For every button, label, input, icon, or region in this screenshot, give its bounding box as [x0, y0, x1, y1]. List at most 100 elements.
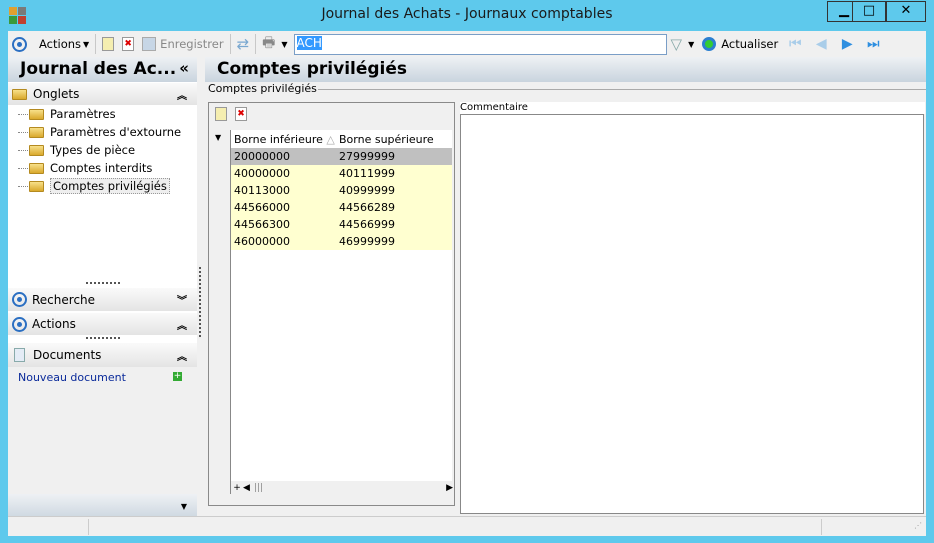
table-cell: 40111999	[339, 167, 395, 180]
splitter-handle[interactable]	[86, 282, 120, 284]
chevron-down-icon: ︾	[177, 296, 187, 307]
tree-item-types-piece[interactable]: Types de pièce	[18, 141, 198, 159]
table-cell: 40000000	[234, 167, 290, 180]
section-recherche[interactable]: Recherche ︾	[8, 288, 197, 311]
actions-icon	[12, 36, 27, 52]
open-folder-icon	[29, 180, 44, 192]
splitter-handle[interactable]	[86, 337, 120, 339]
left-title: Journal des Ac...	[20, 59, 177, 79]
chevron-up-icon: ︽	[177, 351, 187, 363]
close-button[interactable]: ✕	[886, 1, 926, 22]
table-cell: 27999999	[339, 150, 395, 163]
section-actions[interactable]: Actions ︽	[8, 313, 197, 335]
page-title: Comptes privilégiés	[205, 57, 926, 82]
table-row[interactable]: 44566000 44566289	[231, 199, 452, 216]
search-value: ACH	[296, 35, 322, 50]
folder-icon	[29, 162, 44, 174]
chevron-up-icon: ︽	[177, 320, 187, 332]
table-row[interactable]: 40000000 40111999	[231, 165, 452, 182]
delete-icon: ✖	[122, 37, 135, 51]
chevron-down-icon: ▼	[83, 39, 90, 49]
scroll-right-icon[interactable]: ▶	[446, 483, 453, 493]
vertical-splitter[interactable]	[199, 267, 201, 337]
title-bar: Journal des Achats - Journaux comptables…	[0, 0, 934, 31]
grid-header: Borne inférieure △ Borne supérieure	[231, 130, 452, 148]
delete-row-icon[interactable]: ✖	[235, 107, 247, 121]
chevron-down-icon: ▼	[688, 39, 695, 49]
filter-icon: ▽	[670, 35, 683, 53]
collapse-panel-button[interactable]: «	[179, 59, 189, 77]
save-label: Enregistrer	[160, 37, 224, 51]
add-icon[interactable]: +	[231, 483, 243, 493]
table-row[interactable]: 40113000 40999999	[231, 182, 452, 199]
tree-item-comptes-privilegies[interactable]: Comptes privilégiés	[18, 177, 198, 195]
folder-icon	[29, 126, 44, 138]
onglets-label: Onglets	[33, 87, 80, 101]
filter-button[interactable]: ▽ ▼	[667, 33, 699, 55]
chevron-down-icon[interactable]: ▼	[181, 502, 187, 511]
new-button[interactable]	[98, 33, 118, 55]
last-record-icon[interactable]: ⏭	[860, 36, 886, 52]
tree-item-parametres[interactable]: Paramètres	[18, 105, 198, 123]
previous-record-icon[interactable]: ◀	[808, 36, 834, 52]
column-header-borne-inferieure[interactable]: Borne inférieure △	[231, 133, 336, 146]
chevron-down-icon: ▼	[281, 39, 288, 49]
horizontal-scrollbar[interactable]: + ◀ ||| ▶	[231, 481, 453, 494]
window-title: Journal des Achats - Journaux comptables	[321, 6, 613, 22]
refresh-label: Actualiser	[721, 37, 779, 51]
section-documents[interactable]: Documents ︽	[8, 343, 197, 367]
table-cell: 20000000	[234, 150, 290, 163]
add-icon[interactable]: +	[173, 372, 182, 381]
comment-textarea[interactable]	[460, 114, 924, 514]
folder-icon	[12, 88, 27, 100]
delete-button[interactable]: ✖	[118, 33, 138, 55]
toolbar: Actions ▼ ✖ Enregistrer ⇄ 🖶 ▼ ACH ▽ ▼ Actua…	[8, 31, 926, 57]
scroll-thumb[interactable]: |||	[254, 483, 263, 493]
comment-label: Commentaire	[460, 102, 925, 114]
new-document-link[interactable]: Nouveau document	[18, 371, 126, 384]
scroll-left-icon[interactable]: ◀	[243, 483, 250, 493]
tree-label: Comptes privilégiés	[50, 178, 170, 194]
section-onglets[interactable]: Onglets ︽	[8, 83, 197, 105]
comment-box: Commentaire	[460, 102, 925, 514]
left-panel: Journal des Ac... « Onglets ︽ Paramètres P…	[8, 57, 197, 521]
column-header-borne-superieure[interactable]: Borne supérieure	[336, 133, 441, 146]
refresh-button[interactable]: Actualiser	[698, 33, 782, 55]
chevron-up-icon: ︽	[177, 90, 187, 102]
add-row-icon[interactable]	[215, 107, 227, 121]
table-cell: 40113000	[234, 184, 290, 197]
sync-button[interactable]: ⇄	[233, 33, 254, 55]
tree-label: Comptes interdits	[50, 161, 153, 175]
actions-section-label: Actions	[32, 317, 76, 331]
save-button[interactable]: Enregistrer	[138, 33, 227, 55]
table-cell: 46000000	[234, 235, 290, 248]
printer-icon: 🖶	[262, 35, 276, 51]
actions-section-icon	[12, 316, 27, 332]
folder-icon	[29, 108, 44, 120]
resize-grip-icon[interactable]: ⋰	[914, 521, 922, 530]
actions-menu[interactable]: Actions ▼	[8, 33, 93, 55]
refresh-icon	[702, 37, 717, 51]
save-icon	[142, 37, 157, 51]
maximize-button[interactable]: □	[852, 1, 886, 22]
accounts-grid: ✖ ▼ Borne inférieure △ Borne supérieure …	[208, 102, 455, 506]
tree-label: Types de pièce	[50, 143, 136, 157]
table-row[interactable]: 46000000 46999999	[231, 233, 452, 250]
column-chooser-icon[interactable]: ▼	[215, 133, 221, 142]
first-record-icon[interactable]: ⏮	[782, 36, 808, 52]
main-panel: Comptes privilégiés Comptes privilégiés …	[205, 57, 926, 521]
print-button[interactable]: 🖶 ▼	[258, 33, 291, 55]
left-panel-title: Journal des Ac... «	[8, 57, 197, 82]
tree-item-parametres-extourne[interactable]: Paramètres d'extourne	[18, 123, 198, 141]
next-record-icon[interactable]: ▶	[834, 36, 860, 52]
tree-item-comptes-interdits[interactable]: Comptes interdits	[18, 159, 198, 177]
folder-icon	[29, 144, 44, 156]
status-bar: ⋰	[8, 516, 926, 536]
tree-label: Paramètres d'extourne	[50, 125, 182, 139]
tree-label: Paramètres	[50, 107, 116, 121]
table-row[interactable]: 20000000 27999999	[231, 148, 452, 165]
table-row[interactable]: 44566300 44566999	[231, 216, 452, 233]
search-input[interactable]: ACH	[293, 33, 667, 55]
table-cell: 44566289	[339, 201, 395, 214]
document-icon	[14, 348, 25, 362]
